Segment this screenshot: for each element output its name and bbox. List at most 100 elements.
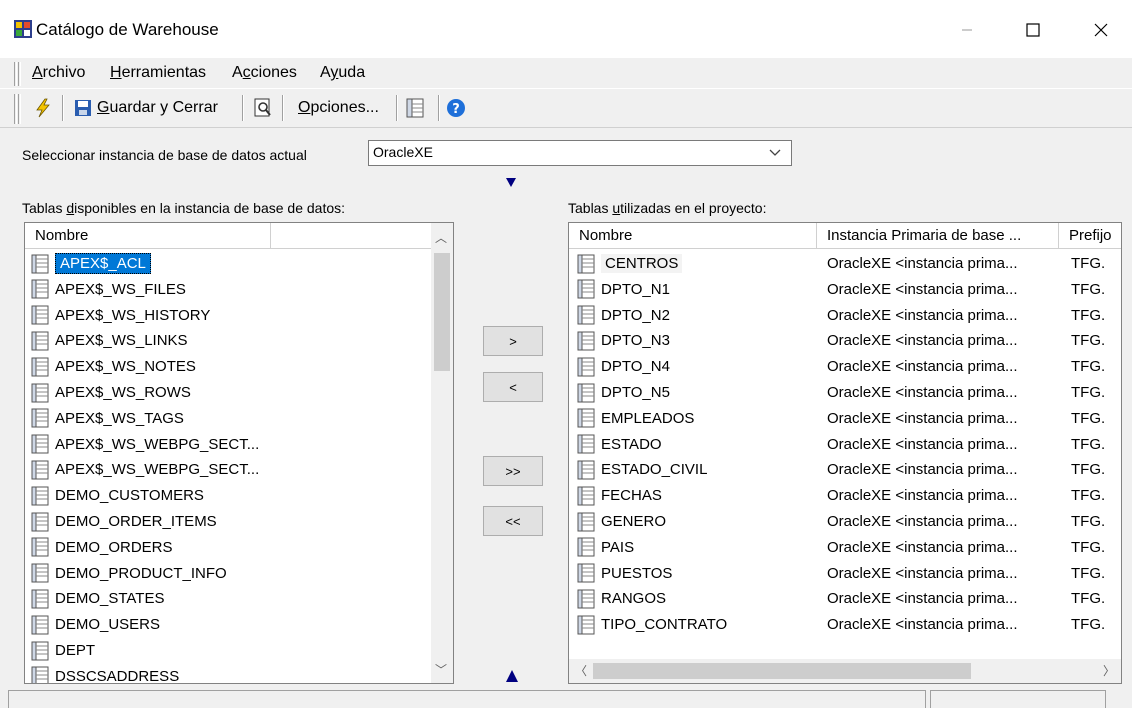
menu-archivo[interactable]: Archivo [32, 64, 85, 82]
column-header-instance[interactable]: Instancia Primaria de base ... [817, 223, 1059, 249]
table-name: DPTO_N2 [601, 306, 670, 324]
prefix-cell: TFG. [1071, 435, 1106, 453]
table-row[interactable]: DPTO_N3 [577, 328, 670, 353]
table-row[interactable]: PAIS [577, 535, 634, 560]
instance-cell: OracleXE <instancia prima... [827, 487, 1018, 505]
save-icon [75, 100, 91, 116]
scroll-left-icon[interactable]: 〈 [575, 662, 587, 679]
table-row[interactable]: ESTADO_CIVIL [577, 457, 707, 482]
table-icon [577, 331, 595, 351]
menu-ayuda[interactable]: Ayuda [320, 64, 365, 82]
column-header-name[interactable]: Nombre [25, 223, 271, 249]
list-item[interactable]: DEMO_ORDER_ITEMS [31, 509, 217, 534]
options-button[interactable]: Opciones... [298, 96, 379, 120]
scroll-thumb[interactable] [434, 253, 450, 371]
available-tables-list[interactable]: Nombre APEX$_ACL APEX$_WS_FILES APEX$_WS_H… [24, 222, 454, 684]
save-and-close-button[interactable]: Guardar y Cerrar [74, 96, 218, 120]
scroll-right-icon[interactable]: 〉 [1103, 662, 1115, 679]
table-name: APEX$_ACL [55, 253, 151, 274]
label-part: tilizadas en el proyecto: [620, 200, 767, 216]
list-item[interactable]: APEX$_WS_NOTES [31, 354, 196, 379]
list-item[interactable]: APEX$_WS_ROWS [31, 380, 191, 405]
label-part: Tablas [22, 200, 67, 216]
table-name: ESTADO [601, 435, 662, 453]
mnemonic: O [298, 99, 311, 116]
table-row[interactable]: PUESTOS [577, 561, 672, 586]
toolbar-separator [438, 95, 440, 121]
list-item[interactable]: DEMO_ORDERS [31, 535, 173, 560]
move-down-arrow-icon[interactable] [506, 670, 518, 682]
add-table-button[interactable]: > [483, 326, 543, 356]
instance-cell: OracleXE <instancia prima... [827, 564, 1018, 582]
table-name: GENERO [601, 513, 667, 530]
help-button[interactable]: ? [446, 96, 466, 120]
table-row[interactable]: DPTO_N2 [577, 303, 670, 328]
move-up-arrow-icon[interactable] [506, 178, 516, 187]
maximize-button[interactable] [1010, 8, 1056, 52]
table-row[interactable]: GENERO [577, 509, 666, 534]
column-header-name[interactable]: Nombre [569, 223, 817, 249]
scroll-thumb[interactable] [593, 663, 971, 679]
list-item[interactable]: APEX$_WS_LINKS [31, 328, 188, 353]
table-icon [577, 537, 595, 557]
table-icon [31, 408, 49, 428]
add-all-tables-button[interactable]: >> [483, 456, 543, 486]
table-row[interactable]: DPTO_N4 [577, 354, 670, 379]
list-item[interactable]: DEMO_USERS [31, 612, 160, 637]
used-tables-list[interactable]: Nombre Instancia Primaria de base ... Pr… [568, 222, 1122, 684]
table-name: DEMO_STATES [55, 590, 165, 608]
list-item[interactable]: APEX$_WS_HISTORY [31, 303, 210, 328]
table-name: ESTADO_CIVIL [601, 461, 708, 479]
column-header-blank[interactable] [271, 223, 433, 249]
table-row[interactable]: TIPO_CONTRATO [577, 612, 727, 637]
horizontal-scrollbar[interactable]: 〈 〉 [569, 659, 1121, 683]
table-view-button[interactable] [406, 96, 424, 120]
instance-selected-value: OracleXE [373, 144, 433, 160]
list-item[interactable]: DEPT [31, 638, 95, 663]
list-item[interactable]: APEX$_WS_WEBPG_SECT... [31, 457, 259, 482]
list-item[interactable]: DEMO_STATES [31, 586, 164, 611]
list-item[interactable]: DSSCSADDRESS [31, 664, 179, 683]
table-name: DEMO_USERS [55, 616, 161, 634]
label-part: Tablas [568, 200, 613, 216]
table-name: APEX$_WS_LINKS [55, 332, 188, 350]
remove-table-button[interactable]: < [483, 372, 543, 402]
list-item[interactable]: APEX$_WS_WEBPG_SECT... [31, 432, 259, 457]
mnemonic: H [110, 64, 122, 81]
minimize-button[interactable] [944, 8, 990, 52]
table-row[interactable]: DPTO_N1 [577, 277, 670, 302]
table-row[interactable]: ESTADO [577, 432, 662, 457]
menu-label: A [232, 64, 243, 81]
mnemonic: A [32, 64, 43, 81]
table-row[interactable]: RANGOS [577, 586, 666, 611]
menu-label: erramientas [121, 64, 207, 81]
table-row[interactable]: FECHAS [577, 483, 662, 508]
remove-all-tables-button[interactable]: << [483, 506, 543, 536]
table-name: DEMO_ORDER_ITEMS [55, 513, 217, 530]
table-row[interactable]: EMPLEADOS [577, 406, 694, 431]
scroll-up-icon[interactable]: ︿ [435, 229, 447, 246]
close-button[interactable] [1078, 8, 1124, 52]
table-row[interactable]: DPTO_N5 [577, 380, 670, 405]
execute-button[interactable] [32, 96, 54, 120]
table-icon [577, 279, 595, 299]
status-pane-main [8, 690, 926, 708]
prefix-cell: TFG. [1071, 590, 1106, 608]
list-item[interactable]: DEMO_CUSTOMERS [31, 483, 204, 508]
table-icon [577, 512, 595, 531]
preview-button[interactable] [254, 96, 272, 120]
scroll-down-icon[interactable]: ﹀ [435, 661, 447, 678]
table-icon [31, 305, 49, 325]
list-item[interactable]: APEX$_WS_TAGS [31, 406, 184, 431]
menu-herramientas[interactable]: Herramientas [110, 64, 206, 82]
instance-select[interactable]: OracleXE [368, 140, 792, 166]
menu-acciones[interactable]: Acciones [232, 64, 297, 82]
table-row[interactable]: CENTROS [577, 251, 683, 276]
table-name: DEPT [55, 642, 96, 659]
list-item[interactable]: DEMO_PRODUCT_INFO [31, 561, 227, 586]
table-name: DEMO_ORDERS [55, 538, 173, 556]
vertical-scrollbar[interactable]: ︿ ﹀ [431, 223, 453, 683]
column-header-prefix[interactable]: Prefijo [1059, 223, 1121, 249]
list-item[interactable]: APEX$_ACL [31, 251, 151, 276]
list-item[interactable]: APEX$_WS_FILES [31, 277, 186, 302]
